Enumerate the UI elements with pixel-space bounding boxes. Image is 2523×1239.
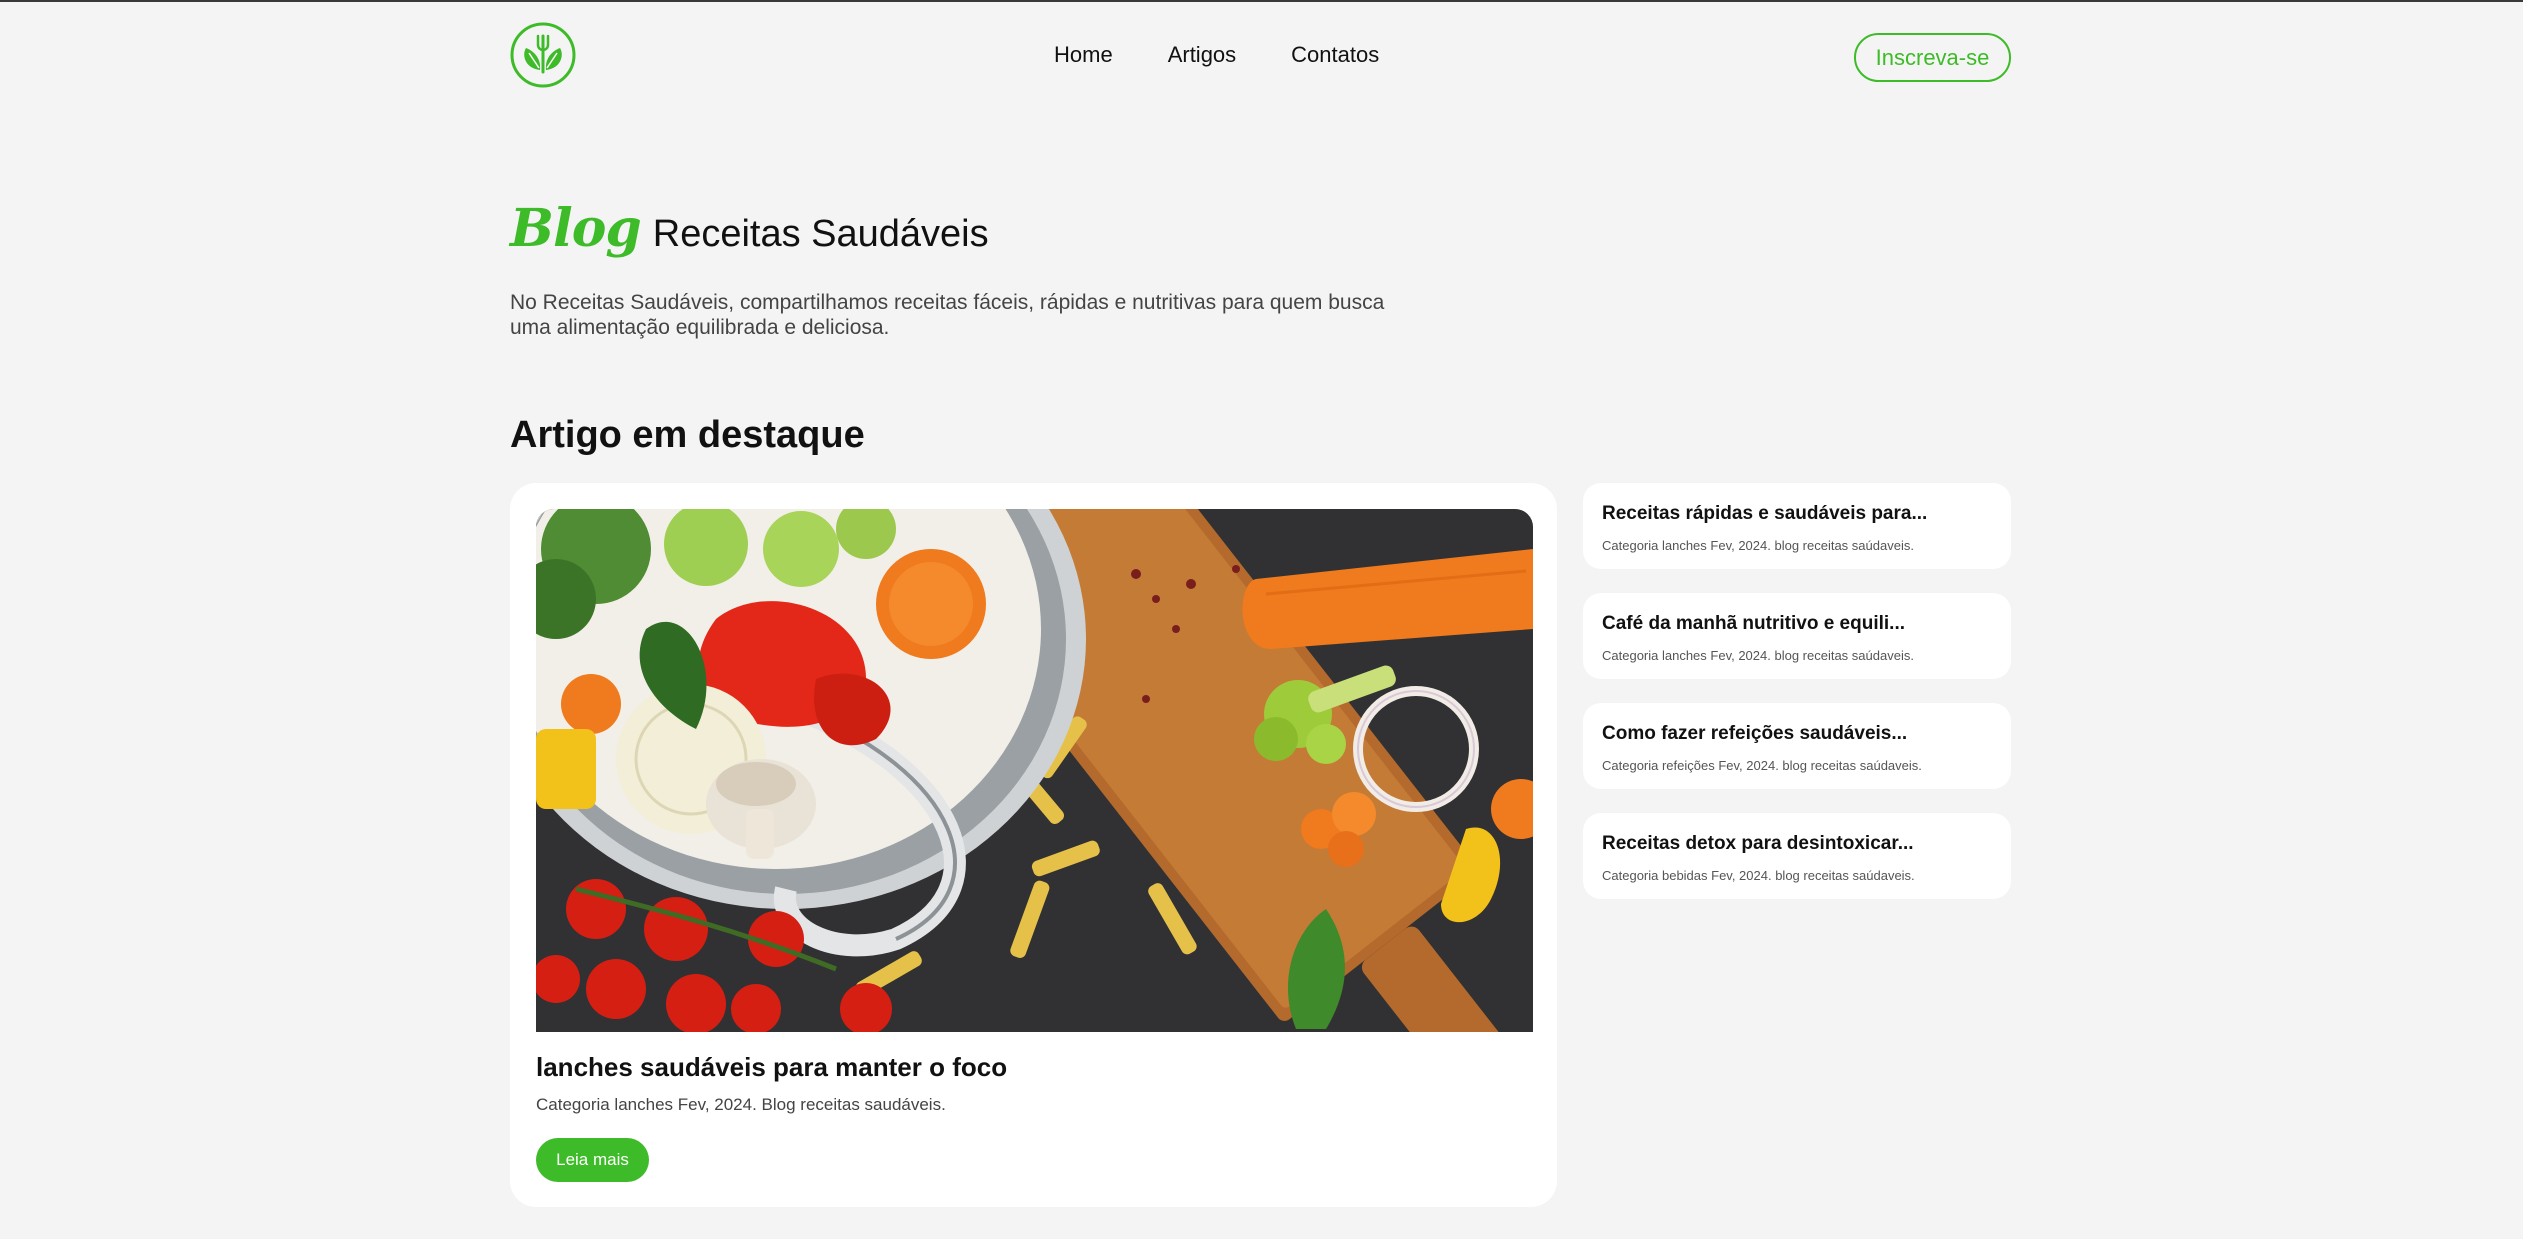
page: Home Artigos Contatos Inscreva-se Blog R… — [510, 2, 2011, 1239]
hero-description: No Receitas Saudáveis, compartilhamos re… — [510, 291, 1385, 339]
subscribe-button[interactable]: Inscreva-se — [1854, 33, 2011, 82]
side-article-meta: Categoria lanches Fev, 2024. blog receit… — [1602, 648, 1914, 663]
blog-script-label: Blog — [510, 198, 642, 259]
page-title: Blog Receitas Saudáveis — [510, 198, 989, 259]
fork-leaf-logo-icon[interactable] — [510, 22, 576, 88]
nav-artigos[interactable]: Artigos — [1168, 42, 1236, 68]
side-article-title: Receitas detox para desintoxicar... — [1602, 833, 1914, 854]
featured-section-heading: Artigo em destaque — [510, 414, 865, 456]
side-article-title: Café da manhã nutritivo e equili... — [1602, 613, 1905, 634]
side-article-title: Receitas rápidas e saudáveis para... — [1602, 503, 1928, 524]
side-article-card[interactable]: Receitas detox para desintoxicar... Cate… — [1583, 813, 2011, 899]
side-article-title: Como fazer refeições saudáveis... — [1602, 723, 1908, 744]
side-article-card[interactable]: Receitas rápidas e saudáveis para... Cat… — [1583, 483, 2011, 569]
site-title: Receitas Saudáveis — [652, 213, 989, 255]
side-article-meta: Categoria lanches Fev, 2024. blog receit… — [1602, 538, 1914, 553]
nav-home[interactable]: Home — [1054, 42, 1113, 68]
featured-article-meta: Categoria lanches Fev, 2024. Blog receit… — [536, 1095, 946, 1114]
vegetables-cutting-board-photo[interactable] — [536, 509, 1533, 1032]
featured-article-title[interactable]: lanches saudáveis para manter o foco — [536, 1052, 1007, 1083]
main-nav: Home Artigos Contatos — [1054, 42, 1379, 68]
featured-article-card: lanches saudáveis para manter o foco Cat… — [510, 483, 1557, 1207]
read-more-button[interactable]: Leia mais — [536, 1138, 649, 1182]
nav-contatos[interactable]: Contatos — [1291, 42, 1379, 68]
side-article-meta: Categoria refeições Fev, 2024. blog rece… — [1602, 758, 1922, 773]
side-article-meta: Categoria bebidas Fev, 2024. blog receit… — [1602, 868, 1915, 883]
side-article-card[interactable]: Café da manhã nutritivo e equili... Cate… — [1583, 593, 2011, 679]
side-article-list: Receitas rápidas e saudáveis para... Cat… — [1583, 483, 2011, 923]
side-article-card[interactable]: Como fazer refeições saudáveis... Catego… — [1583, 703, 2011, 789]
